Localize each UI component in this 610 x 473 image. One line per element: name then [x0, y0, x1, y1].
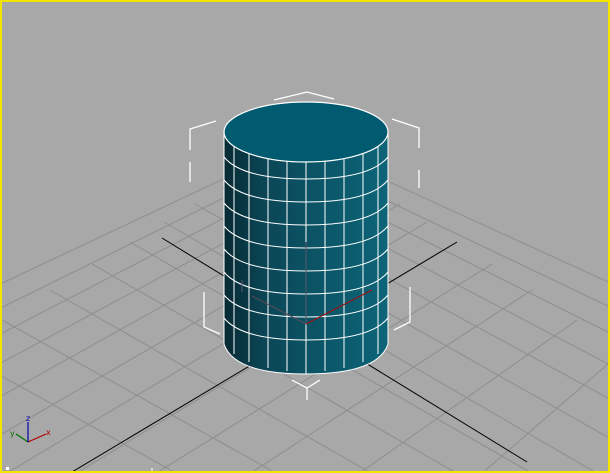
scene-canvas[interactable]: x y z — [2, 2, 608, 471]
axis-z-label: z — [26, 414, 30, 423]
axis-x-label: x — [46, 428, 51, 437]
axis-y-label: y — [10, 429, 15, 438]
perspective-viewport[interactable]: x y z — [0, 0, 610, 473]
axis-tripod-icon: x y z — [10, 414, 51, 443]
cylinder-object[interactable] — [223, 101, 389, 375]
